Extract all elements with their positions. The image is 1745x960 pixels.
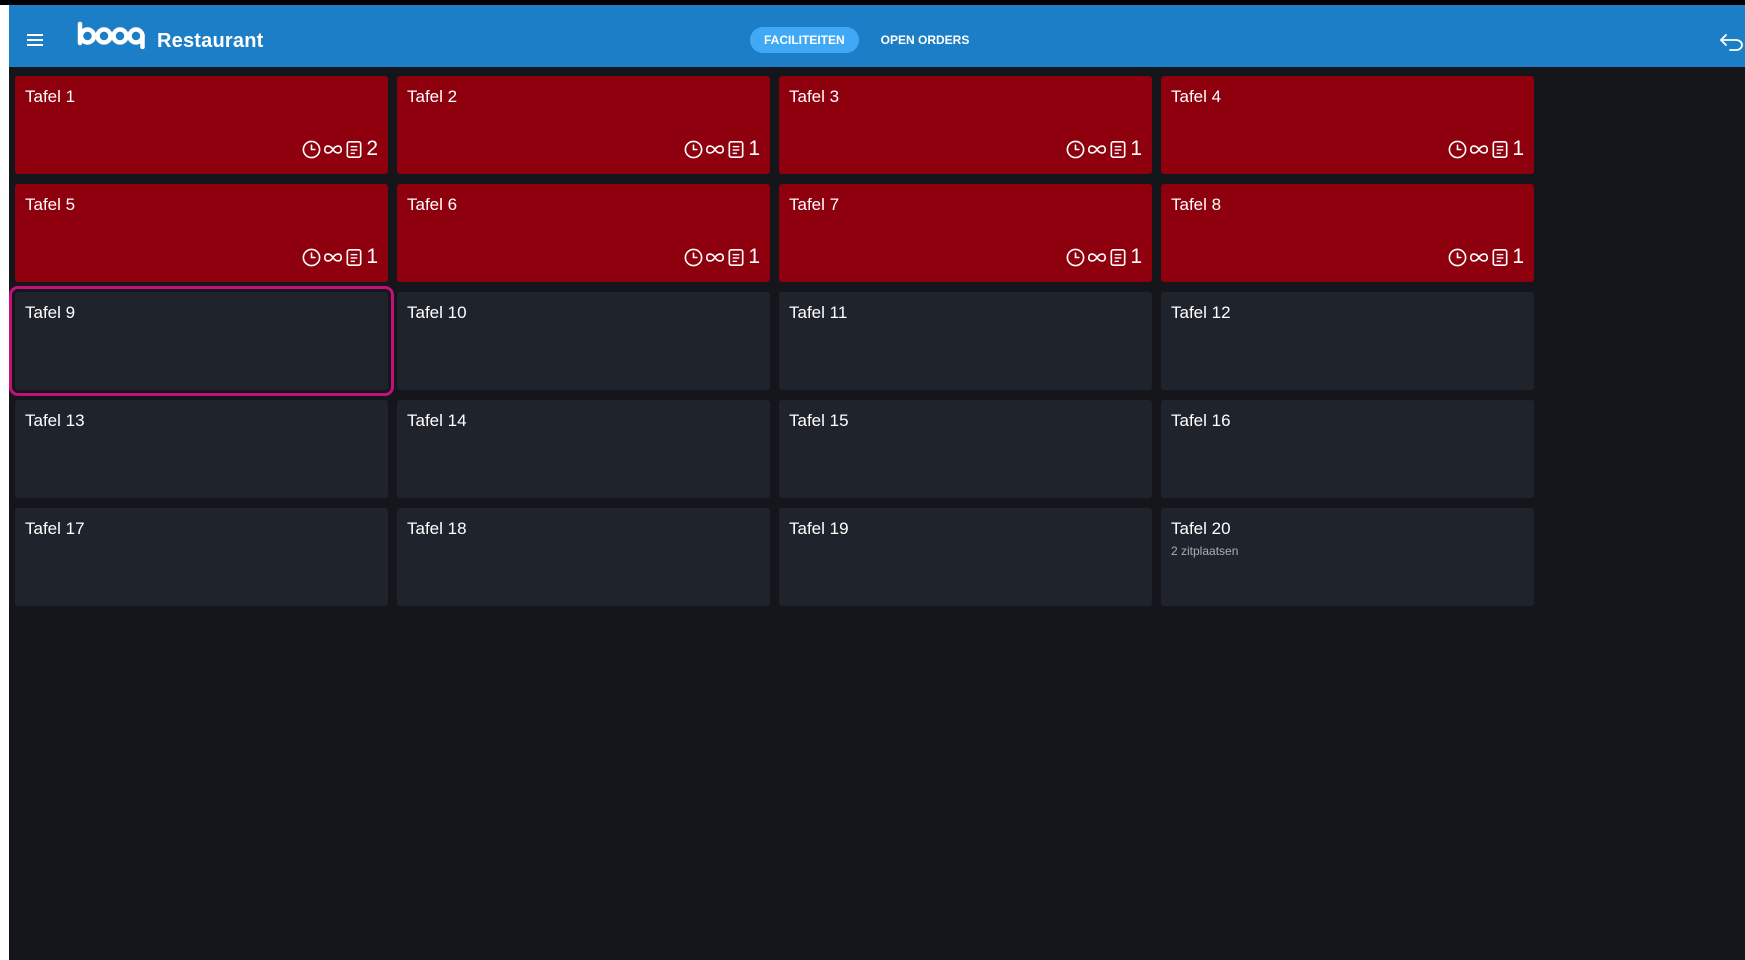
table-name: Tafel 2: [407, 87, 458, 106]
infinity-icon: [706, 252, 725, 262]
table-status-info: 1: [301, 244, 378, 270]
table-tile-9[interactable]: Tafel 9: [9, 286, 394, 396]
receipt-icon: [346, 248, 362, 266]
table-tile-17[interactable]: Tafel 17: [15, 508, 388, 606]
table-tile-6[interactable]: Tafel 6 1: [397, 184, 770, 282]
table-tile-14[interactable]: Tafel 14: [397, 400, 770, 498]
table-status-info: 1: [1447, 244, 1524, 270]
table-name: Tafel 3: [789, 87, 840, 106]
table-status-info: 1: [1447, 136, 1524, 162]
table-status-info: 1: [1065, 244, 1142, 270]
table-tile-11[interactable]: Tafel 11: [779, 292, 1152, 390]
receipt-icon: [728, 140, 744, 158]
table-name: Tafel 20: [1171, 519, 1231, 538]
table-tile-3[interactable]: Tafel 3 1: [779, 76, 1152, 174]
table-name: Tafel 9: [25, 303, 76, 322]
clock-icon: [302, 248, 321, 266]
table-name: Tafel 15: [789, 411, 849, 430]
infinity-icon: [1470, 144, 1489, 154]
table-name: Tafel 14: [407, 411, 467, 430]
table-tile-4[interactable]: Tafel 4 1: [1161, 76, 1534, 174]
receipt-icon: [1492, 140, 1508, 158]
clock-icon: [1066, 140, 1085, 158]
clock-icon: [1448, 140, 1467, 158]
table-status-info: 1: [683, 136, 760, 162]
infinity-icon: [324, 252, 343, 262]
table-tile-13[interactable]: Tafel 13: [15, 400, 388, 498]
table-tile-10[interactable]: Tafel 10: [397, 292, 770, 390]
clock-icon: [302, 140, 321, 158]
receipt-icon: [1492, 248, 1508, 266]
order-count: 1: [1130, 137, 1142, 160]
booq-logo: [77, 21, 145, 49]
table-name: Tafel 1: [25, 87, 76, 106]
table-name: Tafel 18: [407, 519, 467, 538]
table-tile-20[interactable]: Tafel 20 2 zitplaatsen: [1161, 508, 1534, 606]
order-count: 1: [748, 137, 760, 160]
table-tile-18[interactable]: Tafel 18: [397, 508, 770, 606]
table-tile-2[interactable]: Tafel 2 1: [397, 76, 770, 174]
app-window: Restaurant FACILITEITEN OPEN ORDERS Tafe…: [9, 5, 1745, 960]
table-name: Tafel 19: [789, 519, 849, 538]
tab-bar: FACILITEITEN OPEN ORDERS: [750, 27, 983, 53]
table-name: Tafel 16: [1171, 411, 1231, 430]
receipt-icon: [1110, 140, 1126, 158]
table-tile-1[interactable]: Tafel 1 2: [15, 76, 388, 174]
table-seats: 2 zitplaatsen: [1171, 544, 1239, 558]
table-name: Tafel 8: [1171, 195, 1222, 214]
clock-icon: [684, 140, 703, 158]
page-title: Restaurant: [157, 30, 264, 52]
table-tile-8[interactable]: Tafel 8 1: [1161, 184, 1534, 282]
order-count: 1: [748, 245, 760, 268]
tab-faciliteiten[interactable]: FACILITEITEN: [750, 27, 859, 53]
table-name: Tafel 7: [789, 195, 840, 214]
infinity-icon: [1088, 252, 1107, 262]
order-count: 2: [366, 137, 378, 160]
table-status-info: 1: [683, 244, 760, 270]
order-count: 1: [1130, 245, 1142, 268]
table-tile-19[interactable]: Tafel 19: [779, 508, 1152, 606]
order-count: 1: [1512, 245, 1524, 268]
undo-arrow-icon[interactable]: [1719, 31, 1745, 53]
table-tile-5[interactable]: Tafel 5 1: [15, 184, 388, 282]
infinity-icon: [1470, 252, 1489, 262]
infinity-icon: [1088, 144, 1107, 154]
table-status-info: 2: [301, 136, 378, 162]
hamburger-menu-icon[interactable]: [27, 34, 43, 46]
receipt-icon: [346, 140, 362, 158]
table-name: Tafel 6: [407, 195, 458, 214]
order-count: 1: [366, 245, 378, 268]
table-name: Tafel 10: [407, 303, 467, 322]
table-name: Tafel 17: [25, 519, 85, 538]
table-tile-7[interactable]: Tafel 7 1: [779, 184, 1152, 282]
table-name: Tafel 5: [25, 195, 76, 214]
clock-icon: [1448, 248, 1467, 266]
table-tile-15[interactable]: Tafel 15: [779, 400, 1152, 498]
table-tile-12[interactable]: Tafel 12: [1161, 292, 1534, 390]
clock-icon: [1066, 248, 1085, 266]
top-app-bar: Restaurant FACILITEITEN OPEN ORDERS: [9, 5, 1745, 67]
table-tile-16[interactable]: Tafel 16: [1161, 400, 1534, 498]
table-status-info: 1: [1065, 136, 1142, 162]
table-name: Tafel 13: [25, 411, 85, 430]
table-name: Tafel 12: [1171, 303, 1231, 322]
infinity-icon: [324, 144, 343, 154]
tab-open-orders[interactable]: OPEN ORDERS: [867, 27, 984, 53]
clock-icon: [684, 248, 703, 266]
infinity-icon: [706, 144, 725, 154]
table-name: Tafel 4: [1171, 87, 1222, 106]
receipt-icon: [1110, 248, 1126, 266]
order-count: 1: [1512, 137, 1524, 160]
receipt-icon: [728, 248, 744, 266]
table-name: Tafel 11: [789, 303, 848, 322]
